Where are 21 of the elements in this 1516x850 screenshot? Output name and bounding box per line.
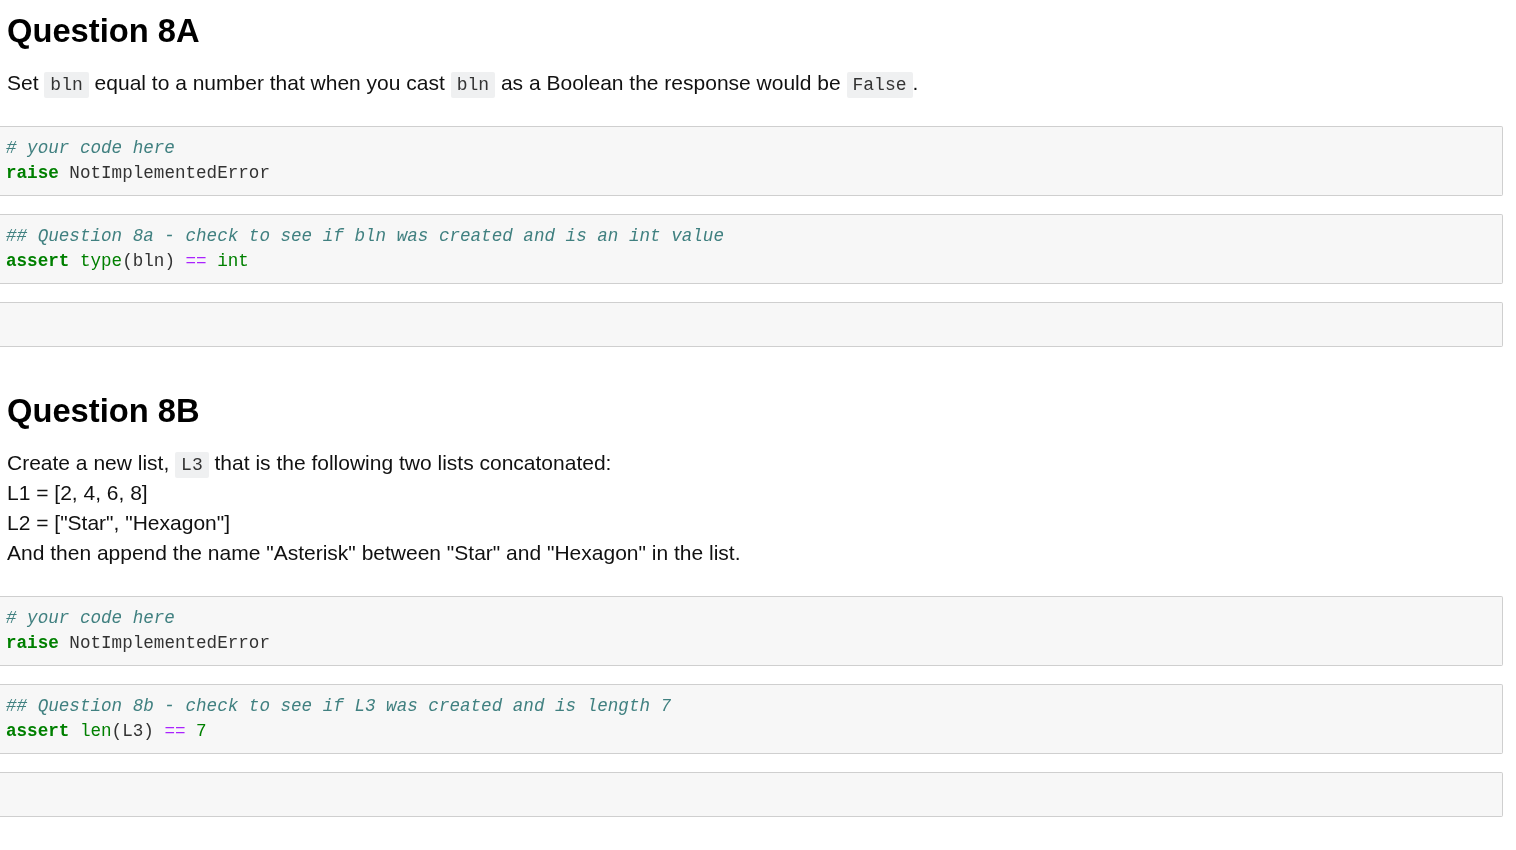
question-text: L2 = ["Star", "Hexagon"] — [7, 510, 231, 536]
code-line: assert type(bln) == int — [6, 250, 249, 273]
question-heading: Question 8A — [7, 12, 200, 50]
empty-code-cell[interactable] — [0, 772, 1503, 817]
question-heading: Question 8B — [7, 392, 200, 430]
code-cell[interactable]: ## Question 8a - check to see if bln was created and is an int value assert type(bln) == int — [0, 214, 1503, 284]
question-text: Create a new list, L3 that is the following two lists concatonated: — [7, 448, 612, 478]
code-line: raise NotImplementedError — [6, 632, 270, 655]
code-line: ## Question 8a - check to see if bln was created and is an int value — [6, 225, 724, 248]
code-cell[interactable]: # your code here raise NotImplementedError — [0, 126, 1503, 196]
code-line: assert len(L3) == 7 — [6, 720, 207, 743]
code-cell[interactable]: # your code here raise NotImplementedError — [0, 596, 1503, 666]
code-line: # your code here — [6, 607, 175, 630]
question-text: And then append the name "Asterisk" between "Star" and "Hexagon" in the list. — [7, 540, 741, 566]
code-line: ## Question 8b - check to see if L3 was created and is length 7 — [6, 695, 672, 718]
code-line: # your code here — [6, 137, 175, 160]
code-line: raise NotImplementedError — [6, 162, 270, 185]
code-cell[interactable]: ## Question 8b - check to see if L3 was created and is length 7 assert len(L3) == 7 — [0, 684, 1503, 754]
question-text: Set bln equal to a number that when you cast bln as a Boolean the response would be False . — [7, 68, 919, 98]
empty-code-cell[interactable] — [0, 302, 1503, 347]
question-text: L1 = [2, 4, 6, 8] — [7, 480, 148, 506]
